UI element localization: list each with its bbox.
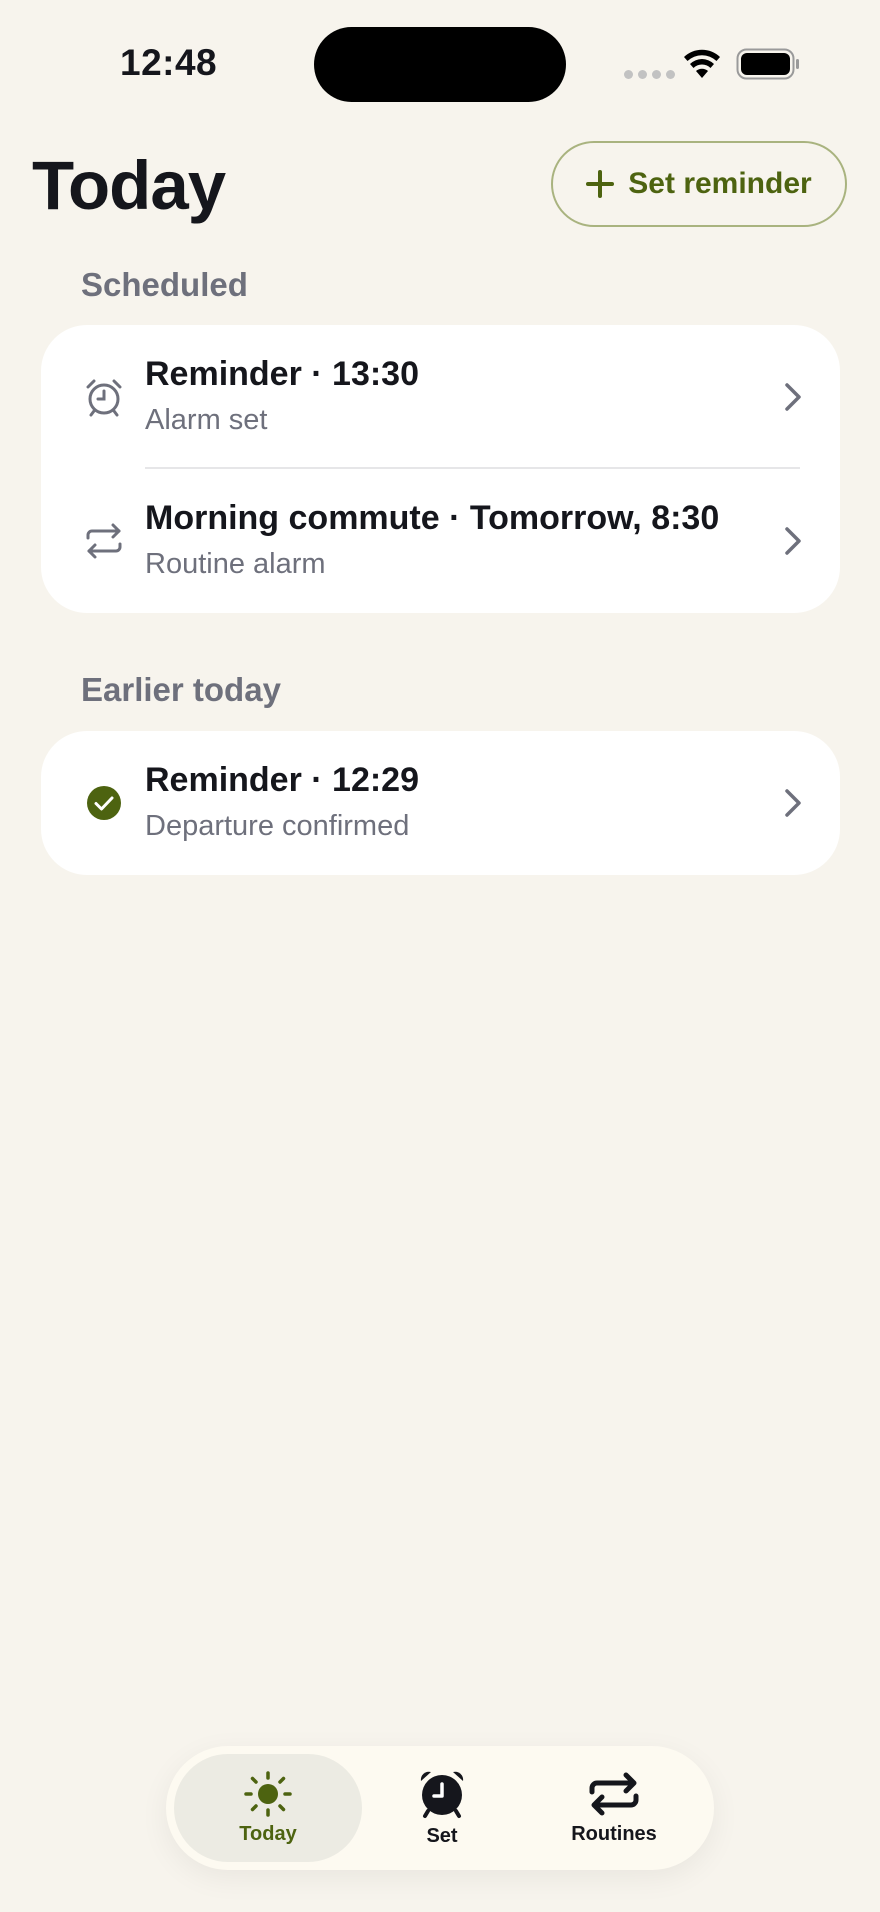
list-item[interactable]: Reminder · 12:29 Departure confirmed <box>41 731 840 875</box>
set-reminder-button[interactable]: Set reminder <box>551 141 847 227</box>
row-title: Reminder · 13:30 <box>145 355 419 393</box>
row-title: Morning commute · Tomorrow, 8:30 <box>145 499 720 537</box>
plus-icon <box>586 170 615 198</box>
row-subtitle: Routine alarm <box>145 548 326 580</box>
chevron-right-icon <box>785 383 801 411</box>
list-item[interactable]: Morning commute · Tomorrow, 8:30 Routine… <box>41 469 840 613</box>
set-reminder-label: Set reminder <box>628 167 812 200</box>
check-circle-icon <box>87 786 121 820</box>
sun-icon <box>244 1770 292 1817</box>
battery-icon <box>736 48 799 80</box>
tab-label: Today <box>239 1822 297 1845</box>
repeat-icon <box>589 1772 639 1815</box>
page-title: Today <box>32 147 226 224</box>
chevron-right-icon <box>785 789 801 817</box>
tab-label: Routines <box>571 1822 657 1845</box>
list-item[interactable]: Reminder · 13:30 Alarm set <box>41 325 840 469</box>
earlier-today-card: Reminder · 12:29 Departure confirmed <box>41 731 840 875</box>
chevron-right-icon <box>785 527 801 555</box>
status-bar: 12:48 <box>0 0 880 120</box>
alarm-clock-icon <box>420 1771 464 1818</box>
tab-routines[interactable]: Routines <box>522 1754 706 1862</box>
dynamic-island <box>314 27 566 102</box>
status-time: 12:48 <box>120 42 218 83</box>
repeat-icon <box>86 523 122 559</box>
cellular-signal-icon <box>624 70 675 79</box>
tab-label: Set <box>426 1824 458 1847</box>
tab-set[interactable]: Set <box>362 1754 522 1862</box>
wifi-icon <box>684 49 720 78</box>
tab-bar: Today Set Routines <box>166 1746 714 1870</box>
alarm-clock-icon <box>86 379 122 417</box>
row-subtitle: Departure confirmed <box>145 810 410 842</box>
tab-today[interactable]: Today <box>174 1754 362 1862</box>
scheduled-card: Reminder · 13:30 Alarm set Morning commu… <box>41 325 840 613</box>
section-label-scheduled: Scheduled <box>81 266 248 303</box>
section-label-earlier-today: Earlier today <box>81 671 281 708</box>
row-subtitle: Alarm set <box>145 404 268 436</box>
row-title: Reminder · 12:29 <box>145 761 419 799</box>
